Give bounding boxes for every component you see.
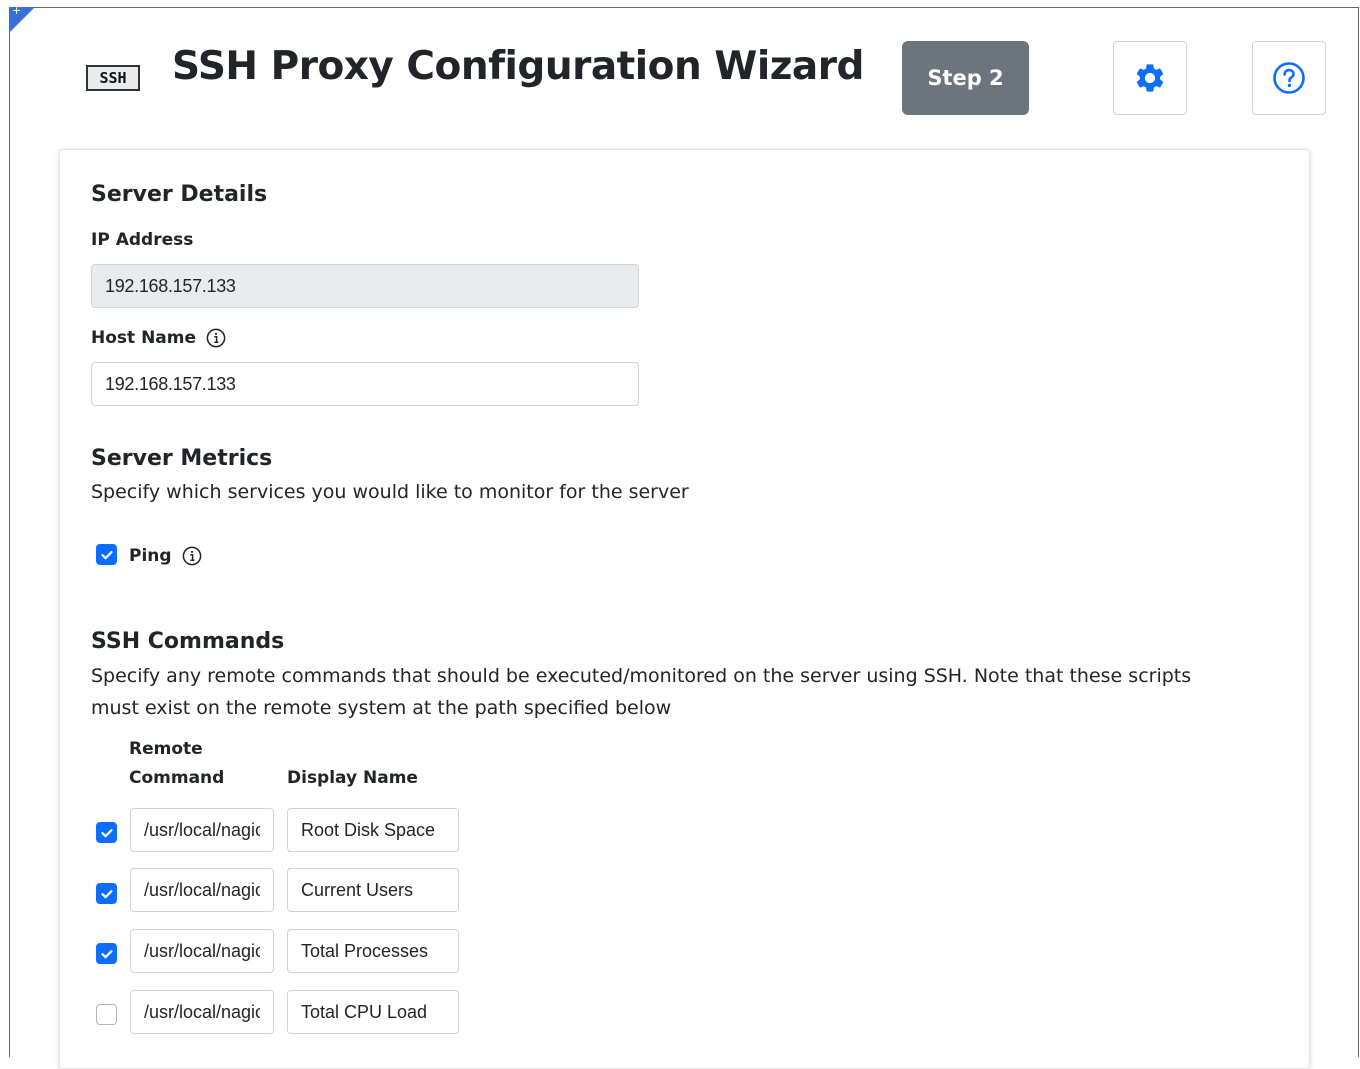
page-title: SSH Proxy Configuration Wizard [172,44,864,89]
gear-icon [1136,64,1164,92]
wizard-card: Server Details IP Address Host Name Serv… [59,149,1310,1069]
display-name-input[interactable] [287,808,459,852]
ping-label-text: Ping [129,546,172,566]
ssh-commands-heading: SSH Commands [91,629,285,654]
display-name-input[interactable] [287,929,459,973]
check-icon [100,550,113,559]
question-circle-icon [1273,62,1305,94]
server-metrics-heading: Server Metrics [91,446,273,471]
display-name-input[interactable] [287,868,459,912]
ip-address-label-text: IP Address [91,230,194,250]
command-row-checkbox[interactable] [96,1004,117,1025]
display-name-input[interactable] [287,990,459,1034]
ping-checkbox[interactable] [96,544,117,565]
settings-button[interactable] [1113,41,1187,115]
check-icon [100,828,113,837]
command-row-checkbox[interactable] [96,822,117,843]
help-button[interactable] [1252,41,1326,115]
server-details-heading: Server Details [91,182,268,207]
command-row-checkbox[interactable] [96,883,117,904]
ssh-logo-icon: SSH [86,65,140,91]
check-icon [100,949,113,958]
remote-command-input[interactable] [130,808,274,852]
remote-command-input[interactable] [130,868,274,912]
remote-command-input[interactable] [130,990,274,1034]
check-icon [100,889,113,898]
server-metrics-description: Specify which services you would like to… [91,481,689,503]
ip-address-label: IP Address [91,230,193,250]
ip-address-field[interactable] [91,264,639,308]
ping-label: Ping [129,546,202,566]
remote-command-column-header: Remote Command [129,739,225,788]
host-name-field[interactable] [91,362,639,406]
display-name-column-header: Display Name [287,768,418,788]
ssh-commands-description: Specify any remote commands that should … [91,665,1192,719]
info-icon[interactable] [182,546,202,566]
host-name-label: Host Name [91,328,226,348]
wizard-header: SSH SSH Proxy Configuration Wizard Step … [0,0,1360,140]
command-row-checkbox[interactable] [96,943,117,964]
remote-command-input[interactable] [130,929,274,973]
step-badge: Step 2 [902,41,1029,115]
host-name-label-text: Host Name [91,328,197,348]
info-icon[interactable] [206,328,226,348]
